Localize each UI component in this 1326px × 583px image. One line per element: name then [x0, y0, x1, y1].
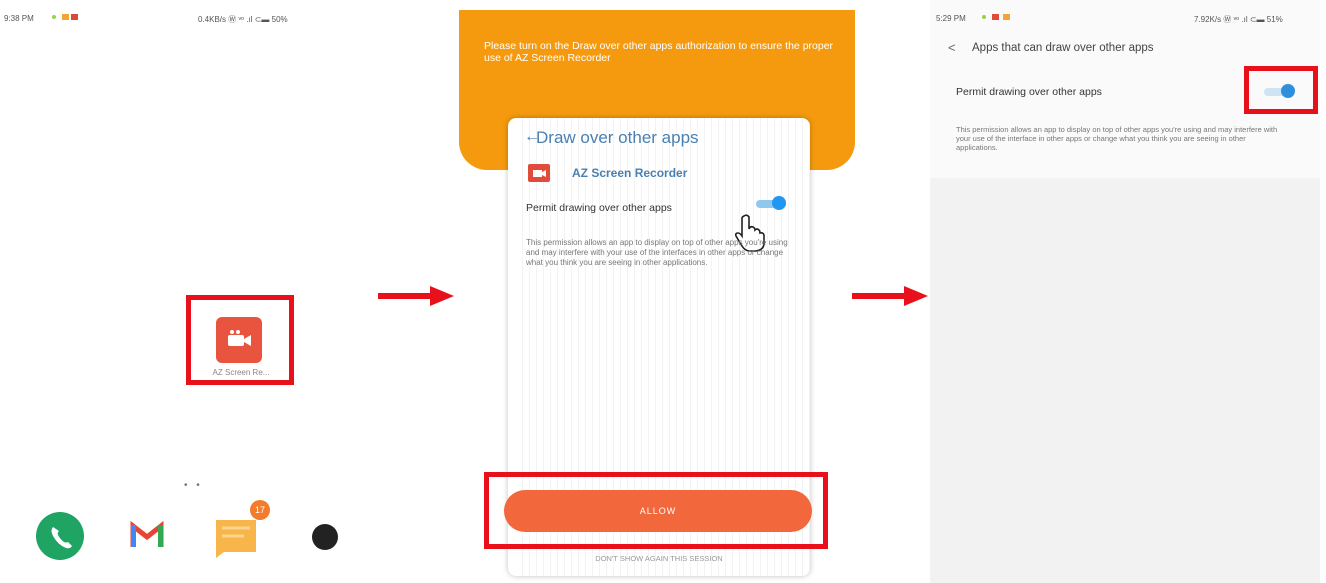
camera-icon[interactable]	[312, 524, 338, 550]
badge-count: 17	[250, 500, 270, 520]
arrow-right-icon	[852, 286, 928, 306]
status-right: 0.4KB/s Ⓦ ᵛᵒ .ıl ⊂▬ 50%	[198, 15, 288, 24]
banner-message: Please turn on the Draw over other apps …	[484, 40, 834, 64]
permit-label: Permit drawing over other apps	[526, 202, 672, 214]
settings-title: Apps that can draw over other apps	[972, 42, 1154, 54]
notification-icons	[52, 13, 78, 21]
dont-show-again-link[interactable]: DON'T SHOW AGAIN THIS SESSION	[508, 554, 810, 563]
gmail-icon[interactable]	[130, 520, 164, 550]
az-recorder-icon	[528, 164, 550, 182]
card-title: Draw over other apps	[536, 128, 699, 147]
notification-icons	[982, 13, 1012, 21]
back-chevron-icon[interactable]: <	[948, 40, 956, 55]
permission-description: This permission allows an app to display…	[526, 238, 788, 267]
highlight-box-allow	[484, 472, 828, 549]
status-time: 9:38 PM	[4, 14, 34, 23]
permission-description: This permission allows an app to display…	[956, 125, 1278, 152]
highlight-box-toggle	[1244, 66, 1318, 114]
page-indicator: • •	[184, 480, 203, 491]
app-name: AZ Screen Recorder	[572, 166, 688, 180]
status-time: 5:29 PM	[936, 14, 966, 23]
phone-handset-icon	[51, 527, 72, 549]
arrow-right-icon	[378, 286, 454, 306]
permit-label: Permit drawing over other apps	[956, 86, 1102, 98]
messages-icon[interactable]: 17	[214, 500, 270, 558]
permit-toggle-knob[interactable]	[772, 196, 786, 210]
phone-icon[interactable]	[36, 512, 84, 560]
status-right: 7.92K/s Ⓦ ᵛᵒ .ıl ⊂▬ 51%	[1194, 15, 1283, 24]
highlight-box-app	[186, 295, 294, 385]
